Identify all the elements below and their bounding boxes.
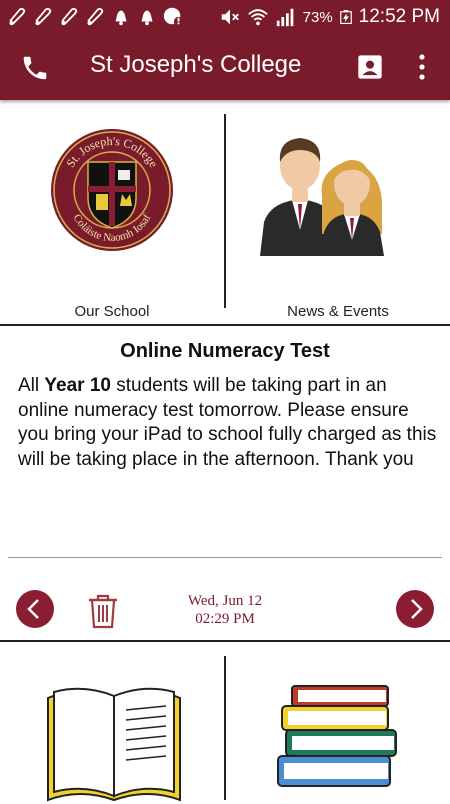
alert-icon [163,7,184,27]
previous-button[interactable] [16,590,54,628]
students-icon [260,138,384,256]
notice-body-bold: Year 10 [44,375,111,396]
signal-icon [276,8,293,27]
bell-icon [115,10,127,26]
notification-icons [6,5,184,27]
mute-icon [221,9,239,25]
news-events-tile[interactable]: News & Events [226,110,450,324]
notice-timestamp: Wed, Jun 12 02:29 PM [150,592,300,628]
book-stack-icon [277,685,397,787]
system-icons: 73% 12:52 PM [219,4,440,30]
books-tile[interactable] [226,642,450,800]
chevron-right-icon [411,599,423,619]
bell-icon [35,8,52,26]
notice-body: All Year 10 students will be taking part… [18,374,438,472]
our-school-label: Our School [74,303,150,320]
bell-icon [9,8,26,26]
notice-time: 02:29 PM [195,611,255,627]
homework-tile[interactable] [0,642,224,802]
clock: 12:52 PM [358,6,440,27]
notice-separator [8,557,442,558]
app-bar: St Joseph's College [0,34,450,100]
more-vert-icon[interactable] [410,52,434,82]
our-school-tile[interactable]: St. Joseph's College Coláiste Naomh Iosa… [0,110,224,324]
phone-icon[interactable] [20,53,50,83]
notice-card: Online Numeracy Test All Year 10 student… [0,324,450,642]
contact-icon[interactable] [356,53,384,81]
notice-body-prefix: All [18,375,45,396]
app-title: St Joseph's College [90,51,302,78]
delete-button[interactable] [86,592,120,630]
bell-icon [61,8,78,26]
notice-date: Wed, Jun 12 [187,593,263,609]
bell-icon [87,8,104,26]
chevron-left-icon [27,599,39,619]
status-bar: 73% 12:52 PM [0,0,450,34]
battery-charging-icon [339,10,352,25]
next-button[interactable] [396,590,434,628]
news-events-label: News & Events [287,303,389,320]
battery-percent: 73% [302,8,333,26]
open-book-icon [47,687,181,802]
notice-title: Online Numeracy Test [120,340,330,362]
bell-icon [141,10,153,26]
school-crest-icon: St. Joseph's College Coláiste Naomh Iosa… [51,129,173,251]
wifi-icon [247,9,268,26]
